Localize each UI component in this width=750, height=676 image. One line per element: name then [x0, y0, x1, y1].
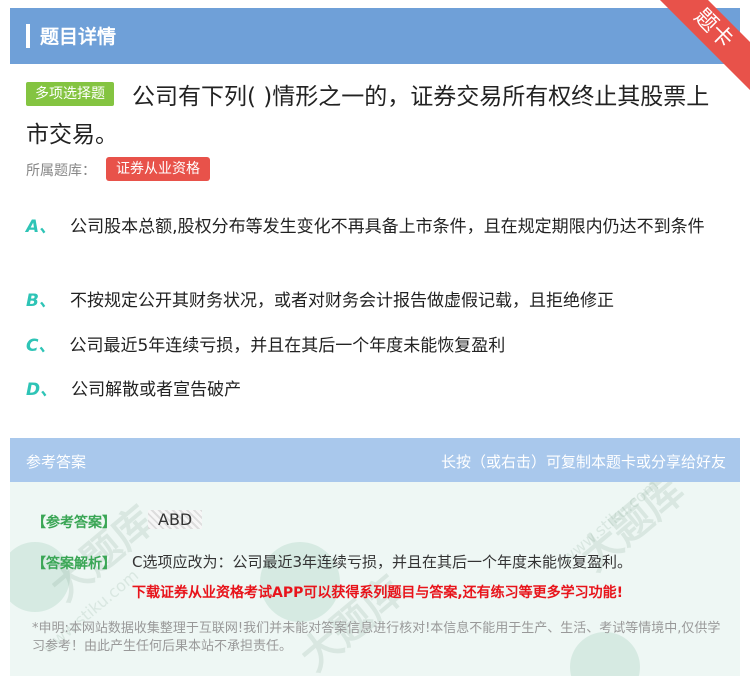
option-d[interactable]: D、 公司解散或者宣告破产 [26, 375, 726, 405]
answer-header: 参考答案 长按（或右击）可复制本题卡或分享给好友 [10, 438, 740, 482]
disclaimer: *申明:本网站数据收集整理于互联网!我们并未能对答案信息进行核对!本信息不能用于… [32, 621, 721, 654]
option-letter: C、 [26, 336, 56, 356]
option-text: 公司最近5年连续亏损，并且在其后一个年度未能恢复盈利 [69, 336, 506, 356]
question-bank-label: 所属题库： [26, 163, 96, 179]
option-c[interactable]: C、 公司最近5年连续亏损，并且在其后一个年度未能恢复盈利 [26, 331, 726, 361]
option-text: 不按规定公开其财务状况，或者对财务会计报告做虚假记载，且拒绝修正 [69, 291, 614, 311]
option-letter: A、 [26, 217, 57, 237]
answer-value: ABD [148, 510, 203, 529]
share-hint: 长按（或右击）可复制本题卡或分享给好友 [440, 453, 726, 471]
question-card-ribbon[interactable]: 题卡 [647, 0, 750, 90]
header-accent-bar [26, 24, 30, 48]
option-letter: D、 [26, 380, 58, 400]
analysis-text: C选项应改为：公司最近3年连续亏损，并且在其后一个年度未能恢复盈利。 [132, 553, 633, 571]
question-type-tag: 多项选择题 [26, 82, 114, 106]
option-text: 公司解散或者宣告破产 [71, 380, 242, 400]
question-bank-tag[interactable]: 证券从业资格 [106, 157, 210, 181]
answer-header-title: 参考答案 [26, 453, 87, 471]
answer-label: 【参考答案】 [32, 515, 116, 531]
detail-header: 题目详情 [10, 8, 740, 64]
question-text: 公司有下列( )情形之一的，证券交易所有权终止其股票上市交易。 [26, 84, 710, 148]
option-a[interactable]: A、 公司股本总额,股权分布等发生变化不再具备上市条件，且在规定期限内仍达不到条件 [26, 212, 726, 242]
corner-ribbon-wrap: 题卡 [640, 0, 750, 90]
option-letter: B、 [26, 291, 56, 311]
answer-body: 大题库 www.stiku.com 大题库 大题库 www.stiku.com … [10, 482, 740, 676]
option-b[interactable]: B、 不按规定公开其财务状况，或者对财务会计报告做虚假记载，且拒绝修正 [26, 286, 726, 316]
option-text: 公司股本总额,股权分布等发生变化不再具备上市条件，且在规定期限内仍达不到条件 [70, 217, 705, 237]
app-download-promo[interactable]: 下载证券从业资格考试APP可以获得系列题目与答案,还有练习等更多学习功能! [132, 582, 623, 602]
analysis-label: 【答案解析】 [32, 556, 116, 572]
header-title: 题目详情 [40, 26, 117, 48]
